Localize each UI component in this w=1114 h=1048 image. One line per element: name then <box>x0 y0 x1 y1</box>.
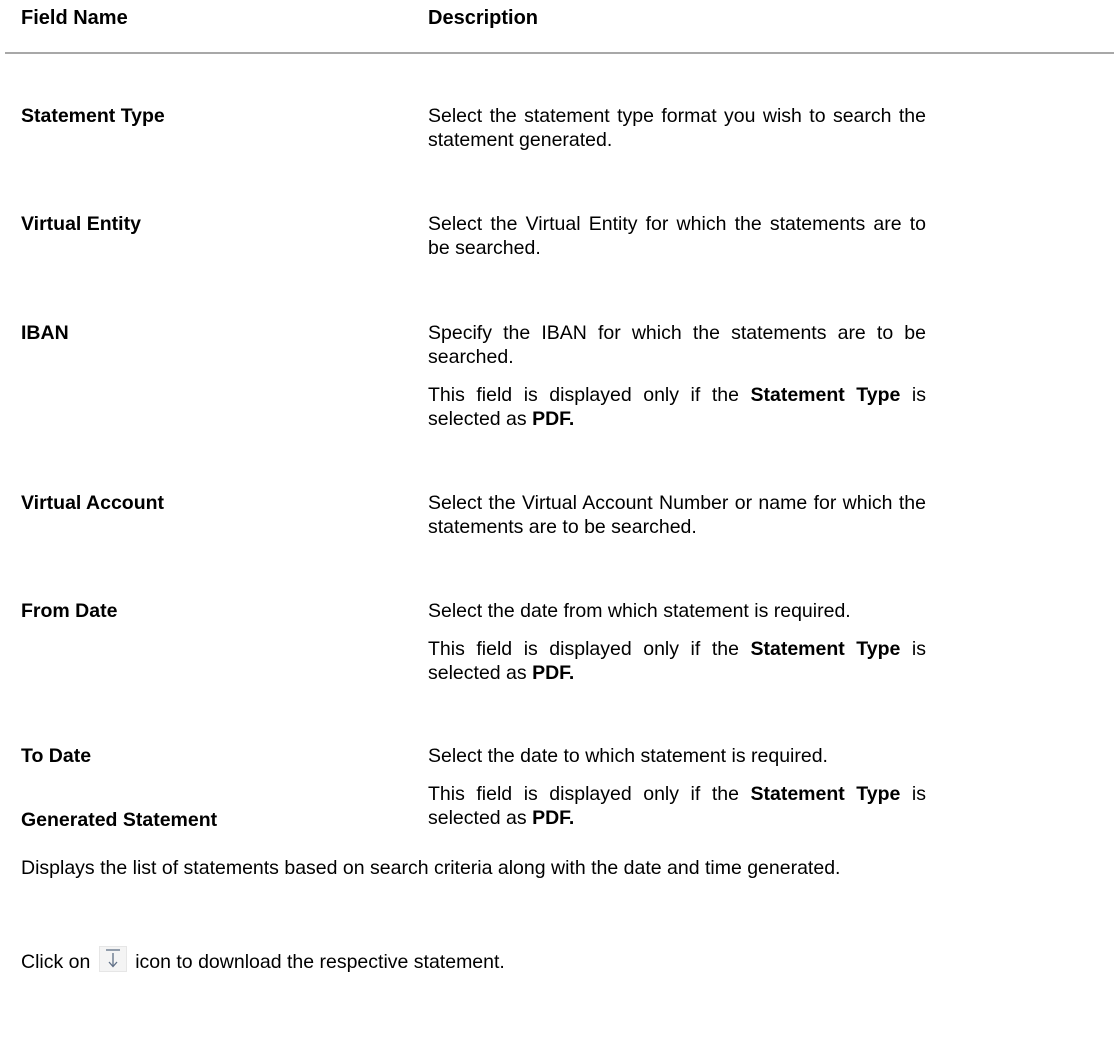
note-bold-field: Statement Type <box>750 783 901 805</box>
instruction-text: Click on <box>21 951 91 973</box>
note-text: This field is displayed only if the <box>428 638 751 660</box>
field-name: To Date <box>21 745 92 767</box>
field-name: Statement Type <box>21 105 165 127</box>
field-description: Select the Virtual Entity for which the … <box>428 212 926 260</box>
field-description: Select the date to which statement is re… <box>428 744 926 830</box>
description-text: Select the date to which statement is re… <box>428 745 828 767</box>
field-description: Select the Virtual Account Number or nam… <box>428 491 926 539</box>
field-name: Virtual Account <box>21 492 165 514</box>
display-condition-note: This field is displayed only if the Stat… <box>428 782 926 830</box>
note-bold-value: PDF. <box>532 662 575 684</box>
table-header: Field Name Description <box>5 0 1114 54</box>
generated-statement-heading: Generated Statement <box>21 809 218 831</box>
description-text: Specify the IBAN for which the statement… <box>428 322 926 368</box>
field-name: IBAN <box>21 322 69 344</box>
description-text: Select the statement type format you wis… <box>428 105 926 151</box>
download-icon[interactable] <box>98 946 127 972</box>
field-name: Virtual Entity <box>21 213 141 235</box>
note-text: This field is displayed only if the <box>428 384 751 406</box>
field-description-table: Field Name Description Statement Type Se… <box>5 0 1114 829</box>
generated-statement-description: Displays the list of statements based on… <box>21 857 841 879</box>
description-text: Select the Virtual Account Number or nam… <box>428 492 926 538</box>
field-name: From Date <box>21 600 118 622</box>
note-bold-value: PDF. <box>532 807 575 829</box>
description-text: Select the date from which statement is … <box>428 600 851 622</box>
display-condition-note: This field is displayed only if the Stat… <box>428 383 926 431</box>
header-description: Description <box>428 7 539 29</box>
instruction-text: icon to download the respective statemen… <box>135 951 505 973</box>
description-text: Select the Virtual Entity for which the … <box>428 213 926 259</box>
field-description: Select the date from which statement is … <box>428 599 926 685</box>
note-bold-value: PDF. <box>532 408 575 430</box>
display-condition-note: This field is displayed only if the Stat… <box>428 637 926 685</box>
field-description: Select the statement type format you wis… <box>428 104 926 152</box>
field-description: Specify the IBAN for which the statement… <box>428 321 926 431</box>
download-instruction: Click on icon to download the respective… <box>21 946 1021 974</box>
note-text: This field is displayed only if the <box>428 783 751 805</box>
note-bold-field: Statement Type <box>750 384 901 406</box>
header-field-name: Field Name <box>21 7 128 29</box>
note-bold-field: Statement Type <box>750 638 901 660</box>
